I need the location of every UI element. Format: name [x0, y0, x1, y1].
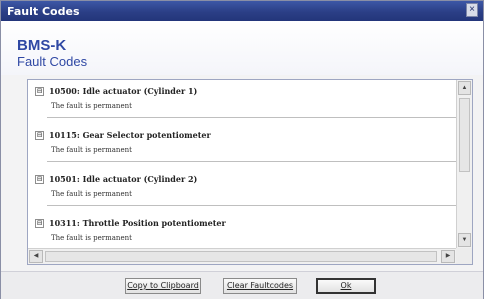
divider [47, 117, 456, 118]
fault-item: ⊟ 10501: Idle actuator (Cylinder 2) The f… [28, 168, 456, 212]
scroll-left-button[interactable]: ◀ [29, 250, 43, 263]
scroll-up-button[interactable]: ▲ [458, 81, 471, 95]
scroll-left-icon: ◀ [33, 253, 39, 259]
close-button[interactable]: × [466, 3, 478, 17]
fault-codes-dialog: Fault Codes × BMS-K Fault Codes ⊟ 10500: … [0, 0, 484, 299]
fault-code-title: 10500: Idle actuator (Cylinder 1) [49, 86, 198, 96]
module-name: BMS-K [17, 37, 67, 54]
copy-to-clipboard-button[interactable]: Copy to Clipboard [125, 278, 201, 294]
fault-header: ⊟ 10501: Idle actuator (Cylinder 2) [35, 174, 197, 184]
fault-description: The fault is permanent [51, 234, 132, 242]
scroll-right-icon: ▶ [445, 253, 451, 259]
collapse-icon[interactable]: ⊟ [35, 219, 44, 228]
collapse-icon[interactable]: ⊟ [35, 87, 44, 96]
horizontal-scrollbar[interactable]: ◀ ▶ [28, 248, 456, 264]
fault-list-pane: ⊟ 10500: Idle actuator (Cylinder 1) The f… [27, 79, 473, 265]
fault-header: ⊟ 10311: Throttle Position potentiometer [35, 218, 226, 228]
fault-list: ⊟ 10500: Idle actuator (Cylinder 1) The f… [28, 80, 456, 248]
scroll-down-icon: ▼ [461, 237, 468, 243]
collapse-icon[interactable]: ⊟ [35, 131, 44, 140]
scroll-right-button[interactable]: ▶ [441, 250, 455, 263]
fault-description: The fault is permanent [51, 102, 132, 110]
vertical-scroll-thumb[interactable] [459, 98, 470, 172]
horizontal-scroll-thumb[interactable] [45, 251, 437, 262]
scroll-down-button[interactable]: ▼ [458, 233, 471, 247]
dialog-header: BMS-K Fault Codes [1, 21, 483, 75]
collapse-icon[interactable]: ⊟ [35, 175, 44, 184]
fault-code-title: 10115: Gear Selector potentiometer [49, 130, 211, 140]
scrollbar-corner [456, 248, 472, 264]
clear-faultcodes-button[interactable]: Clear Faultcodes [223, 278, 297, 294]
ok-button[interactable]: Ok [316, 278, 376, 294]
fault-item: ⊟ 10311: Throttle Position potentiometer … [28, 212, 456, 248]
window-title: Fault Codes [7, 5, 80, 18]
button-bar: Copy to Clipboard Clear Faultcodes Ok [1, 271, 483, 299]
close-icon: × [469, 4, 475, 15]
fault-code-title: 10311: Throttle Position potentiometer [49, 218, 226, 228]
fault-description: The fault is permanent [51, 146, 132, 154]
vertical-scrollbar[interactable]: ▲ ▼ [456, 80, 472, 248]
fault-item: ⊟ 10115: Gear Selector potentiometer The … [28, 124, 456, 168]
scroll-up-icon: ▲ [461, 85, 468, 91]
dialog-subtitle: Fault Codes [17, 54, 88, 69]
fault-item: ⊟ 10500: Idle actuator (Cylinder 1) The f… [28, 80, 456, 124]
divider [47, 161, 456, 162]
title-bar[interactable]: Fault Codes × [1, 1, 483, 21]
fault-description: The fault is permanent [51, 190, 132, 198]
fault-header: ⊟ 10500: Idle actuator (Cylinder 1) [35, 86, 197, 96]
fault-header: ⊟ 10115: Gear Selector potentiometer [35, 130, 211, 140]
divider [47, 205, 456, 206]
fault-code-title: 10501: Idle actuator (Cylinder 2) [49, 174, 198, 184]
